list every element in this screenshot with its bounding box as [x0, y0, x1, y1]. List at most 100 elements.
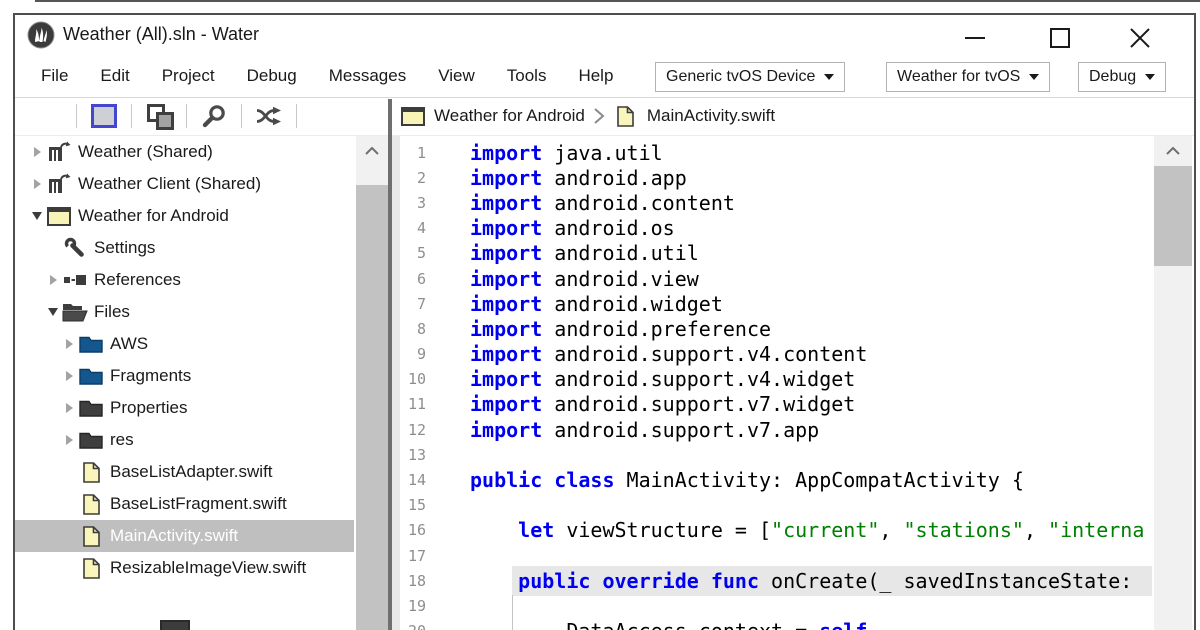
blue-frame-button[interactable]	[88, 101, 120, 131]
dropdown-debug[interactable]: Debug	[1078, 62, 1166, 92]
maximize-button[interactable]	[1045, 23, 1075, 53]
solution-tree: Weather (Shared)Weather Client (Shared)W…	[15, 136, 354, 630]
tree-collapsed-arrow-icon[interactable]	[60, 399, 78, 417]
editor-scrollbar-thumb[interactable]	[1154, 166, 1192, 266]
folder-blue-icon	[78, 365, 104, 387]
code-line-15: 15	[400, 493, 1152, 518]
folder-blue-icon	[78, 333, 104, 355]
editor-margin	[392, 136, 400, 630]
menu-tools[interactable]: Tools	[491, 66, 563, 86]
blue-frame-icon	[91, 104, 117, 128]
tree-item-label: Settings	[94, 238, 155, 258]
menu-items: FileEditProjectDebugMessagesViewToolsHel…	[25, 55, 629, 97]
code-line-6: 6 import android.view	[400, 266, 1152, 291]
line-number: 13	[400, 446, 426, 464]
search-button[interactable]	[198, 101, 230, 131]
code-line-8: 8 import android.preference	[400, 316, 1152, 341]
screenshot-root: { "window": { "title": "Weather (All).sl…	[0, 0, 1200, 630]
shuffle-arrows-button[interactable]	[253, 101, 285, 131]
tree-item-label: BaseListFragment.swift	[110, 494, 287, 514]
code-text: import android.support.v4.content	[470, 342, 867, 366]
shared-project-icon	[46, 173, 72, 195]
line-number: 9	[400, 345, 426, 363]
code-text: import android.preference	[470, 317, 771, 341]
tree-item-aws[interactable]: AWS	[15, 328, 354, 360]
tree-expanded-arrow-icon[interactable]	[44, 303, 62, 321]
breadcrumb-project[interactable]: Weather for Android	[434, 106, 585, 126]
dropdown-weather-for-tvos[interactable]: Weather for tvOS	[886, 62, 1050, 92]
tree-item-weather-shared-[interactable]: Weather (Shared)	[15, 136, 354, 168]
code-editor[interactable]: 1import java.util2import android.app3imp…	[392, 136, 1152, 630]
toolbar-separator	[186, 104, 187, 128]
overlap-squares-button[interactable]	[143, 101, 175, 131]
line-number: 1	[400, 144, 426, 162]
menu-messages[interactable]: Messages	[313, 66, 422, 86]
partial-tree-item-icon	[160, 620, 190, 630]
code-line-14: 14public class MainActivity: AppCompatAc…	[400, 467, 1152, 492]
tree-item-res[interactable]: res	[15, 424, 354, 456]
scroll-up-icon[interactable]	[1154, 136, 1192, 166]
toolbar-separator	[131, 104, 132, 128]
menu-help[interactable]: Help	[562, 66, 629, 86]
tree-item-properties[interactable]: Properties	[15, 392, 354, 424]
line-number: 20	[400, 622, 426, 630]
tree-expanded-arrow-icon[interactable]	[28, 207, 46, 225]
line-number: 7	[400, 295, 426, 313]
tree-collapsed-arrow-icon[interactable]	[60, 367, 78, 385]
chevron-down-icon	[1029, 74, 1039, 80]
line-number: 8	[400, 320, 426, 338]
scroll-up-icon[interactable]	[356, 136, 388, 166]
dropdown-label: Generic tvOS Device	[666, 68, 815, 86]
tree-collapsed-arrow-icon[interactable]	[28, 175, 46, 193]
tree-collapsed-arrow-icon[interactable]	[60, 431, 78, 449]
line-number: 3	[400, 194, 426, 212]
close-button[interactable]	[1125, 23, 1155, 53]
tree-collapsed-arrow-icon[interactable]	[60, 335, 78, 353]
tree-collapsed-arrow-icon[interactable]	[28, 143, 46, 161]
menu-project[interactable]: Project	[146, 66, 231, 86]
swift-file-icon	[78, 461, 104, 483]
dropdown-generic-tvos-device[interactable]: Generic tvOS Device	[655, 62, 845, 92]
line-number: 10	[400, 370, 426, 388]
line-number: 17	[400, 547, 426, 565]
tree-item-label: References	[94, 270, 181, 290]
current-line-highlight: public override func onCreate(_ savedIns…	[512, 566, 1152, 596]
tree-item-fragments[interactable]: Fragments	[15, 360, 354, 392]
tree-item-references[interactable]: References	[15, 264, 354, 296]
menu-file[interactable]: File	[25, 66, 84, 86]
code-line-18: 18 public override func onCreate(_ saved…	[400, 568, 1152, 593]
code-text: import android.view	[470, 267, 699, 291]
menu-view[interactable]: View	[422, 66, 491, 86]
editor-scrollbar[interactable]	[1154, 136, 1192, 630]
shuffle-arrows-icon	[255, 105, 284, 127]
menu-debug[interactable]: Debug	[231, 66, 313, 86]
code-text	[470, 544, 518, 568]
tree-item-baselistfragment-swift[interactable]: BaseListFragment.swift	[15, 488, 354, 520]
android-project-icon	[46, 205, 72, 227]
dropdown-label: Weather for tvOS	[897, 68, 1020, 86]
breadcrumb-file[interactable]: MainActivity.swift	[647, 106, 775, 126]
tree-item-label: res	[110, 430, 134, 450]
line-number: 6	[400, 270, 426, 288]
sidebar-scrollbar[interactable]	[356, 136, 388, 630]
tree-item-resizableimageview-swift[interactable]: ResizableImageView.swift	[15, 552, 354, 584]
tree-item-weather-client-shared-[interactable]: Weather Client (Shared)	[15, 168, 354, 200]
tree-arrow-spacer	[60, 495, 78, 513]
tree-item-mainactivity-swift[interactable]: MainActivity.swift	[15, 520, 354, 552]
sidebar-scrollbar-thumb[interactable]	[356, 185, 388, 630]
code-line-3: 3import android.content	[400, 190, 1152, 215]
title-bar[interactable]: Weather (All).sln - Water	[15, 15, 1194, 55]
line-number: 11	[400, 395, 426, 413]
tree-arrow-spacer	[44, 239, 62, 257]
menu-edit[interactable]: Edit	[84, 66, 145, 86]
code-line-12: 12import android.support.v7.app	[400, 417, 1152, 442]
toolbar-row: Weather for Android MainActivity.swift	[15, 98, 1194, 136]
swift-file-icon	[613, 105, 639, 127]
tree-item-baselistadapter-swift[interactable]: BaseListAdapter.swift	[15, 456, 354, 488]
tree-item-settings[interactable]: Settings	[15, 232, 354, 264]
tree-collapsed-arrow-icon[interactable]	[44, 271, 62, 289]
tree-item-weather-for-android[interactable]: Weather for Android	[15, 200, 354, 232]
tree-item-files[interactable]: Files	[15, 296, 354, 328]
minimize-button[interactable]	[960, 23, 990, 53]
code-text: import android.support.v7.widget	[470, 392, 855, 416]
